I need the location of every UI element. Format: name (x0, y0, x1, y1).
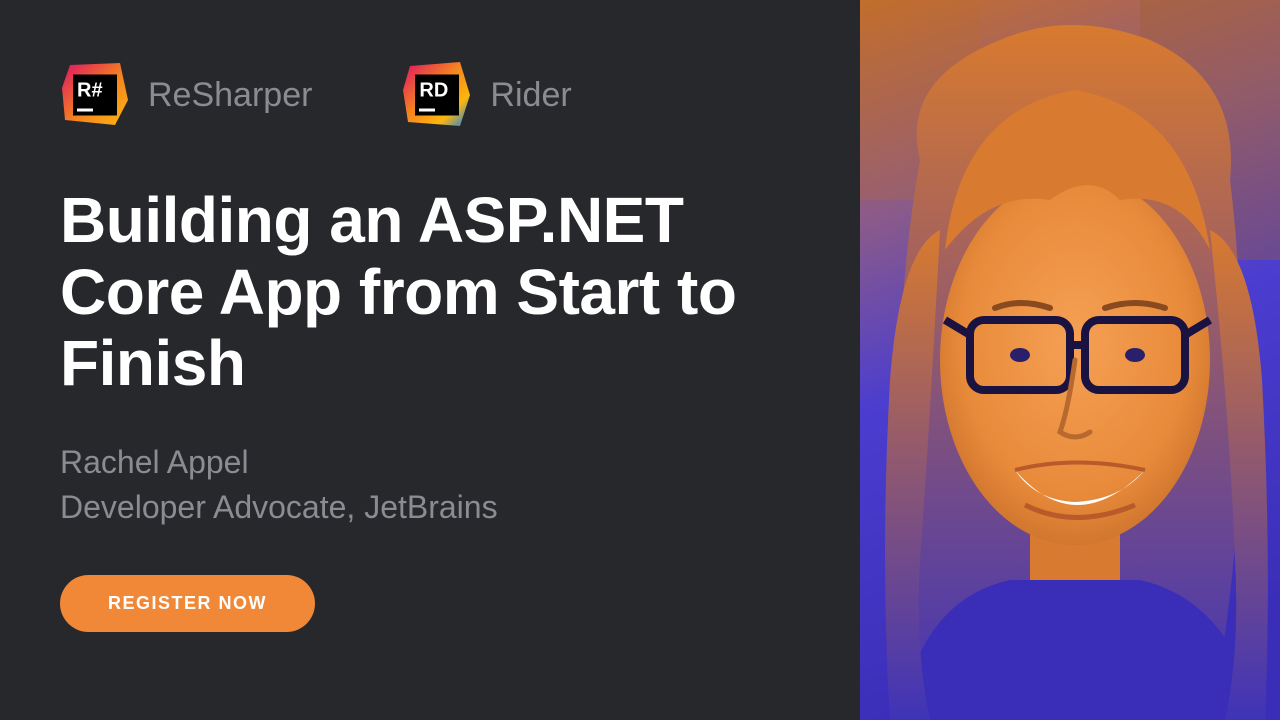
register-button[interactable]: REGISTER NOW (60, 575, 315, 632)
logo-resharper: R# ReSharper (60, 60, 312, 130)
speaker-block: Rachel Appel Developer Advocate, JetBrai… (60, 440, 800, 530)
speaker-role: Developer Advocate, JetBrains (60, 485, 800, 530)
resharper-name: ReSharper (148, 76, 312, 115)
rider-icon: RD (402, 60, 472, 130)
resharper-icon: R# (60, 60, 130, 130)
rider-name: Rider (490, 76, 571, 115)
content-panel: R# ReSharper RD (0, 0, 860, 720)
webinar-title: Building an ASP.NET Core App from Start … (60, 185, 800, 400)
logos-row: R# ReSharper RD (60, 60, 800, 130)
rider-badge: RD (415, 75, 459, 116)
logo-rider: RD Rider (402, 60, 571, 130)
speaker-portrait (860, 0, 1280, 720)
resharper-badge: R# (73, 75, 117, 116)
speaker-name: Rachel Appel (60, 440, 800, 485)
